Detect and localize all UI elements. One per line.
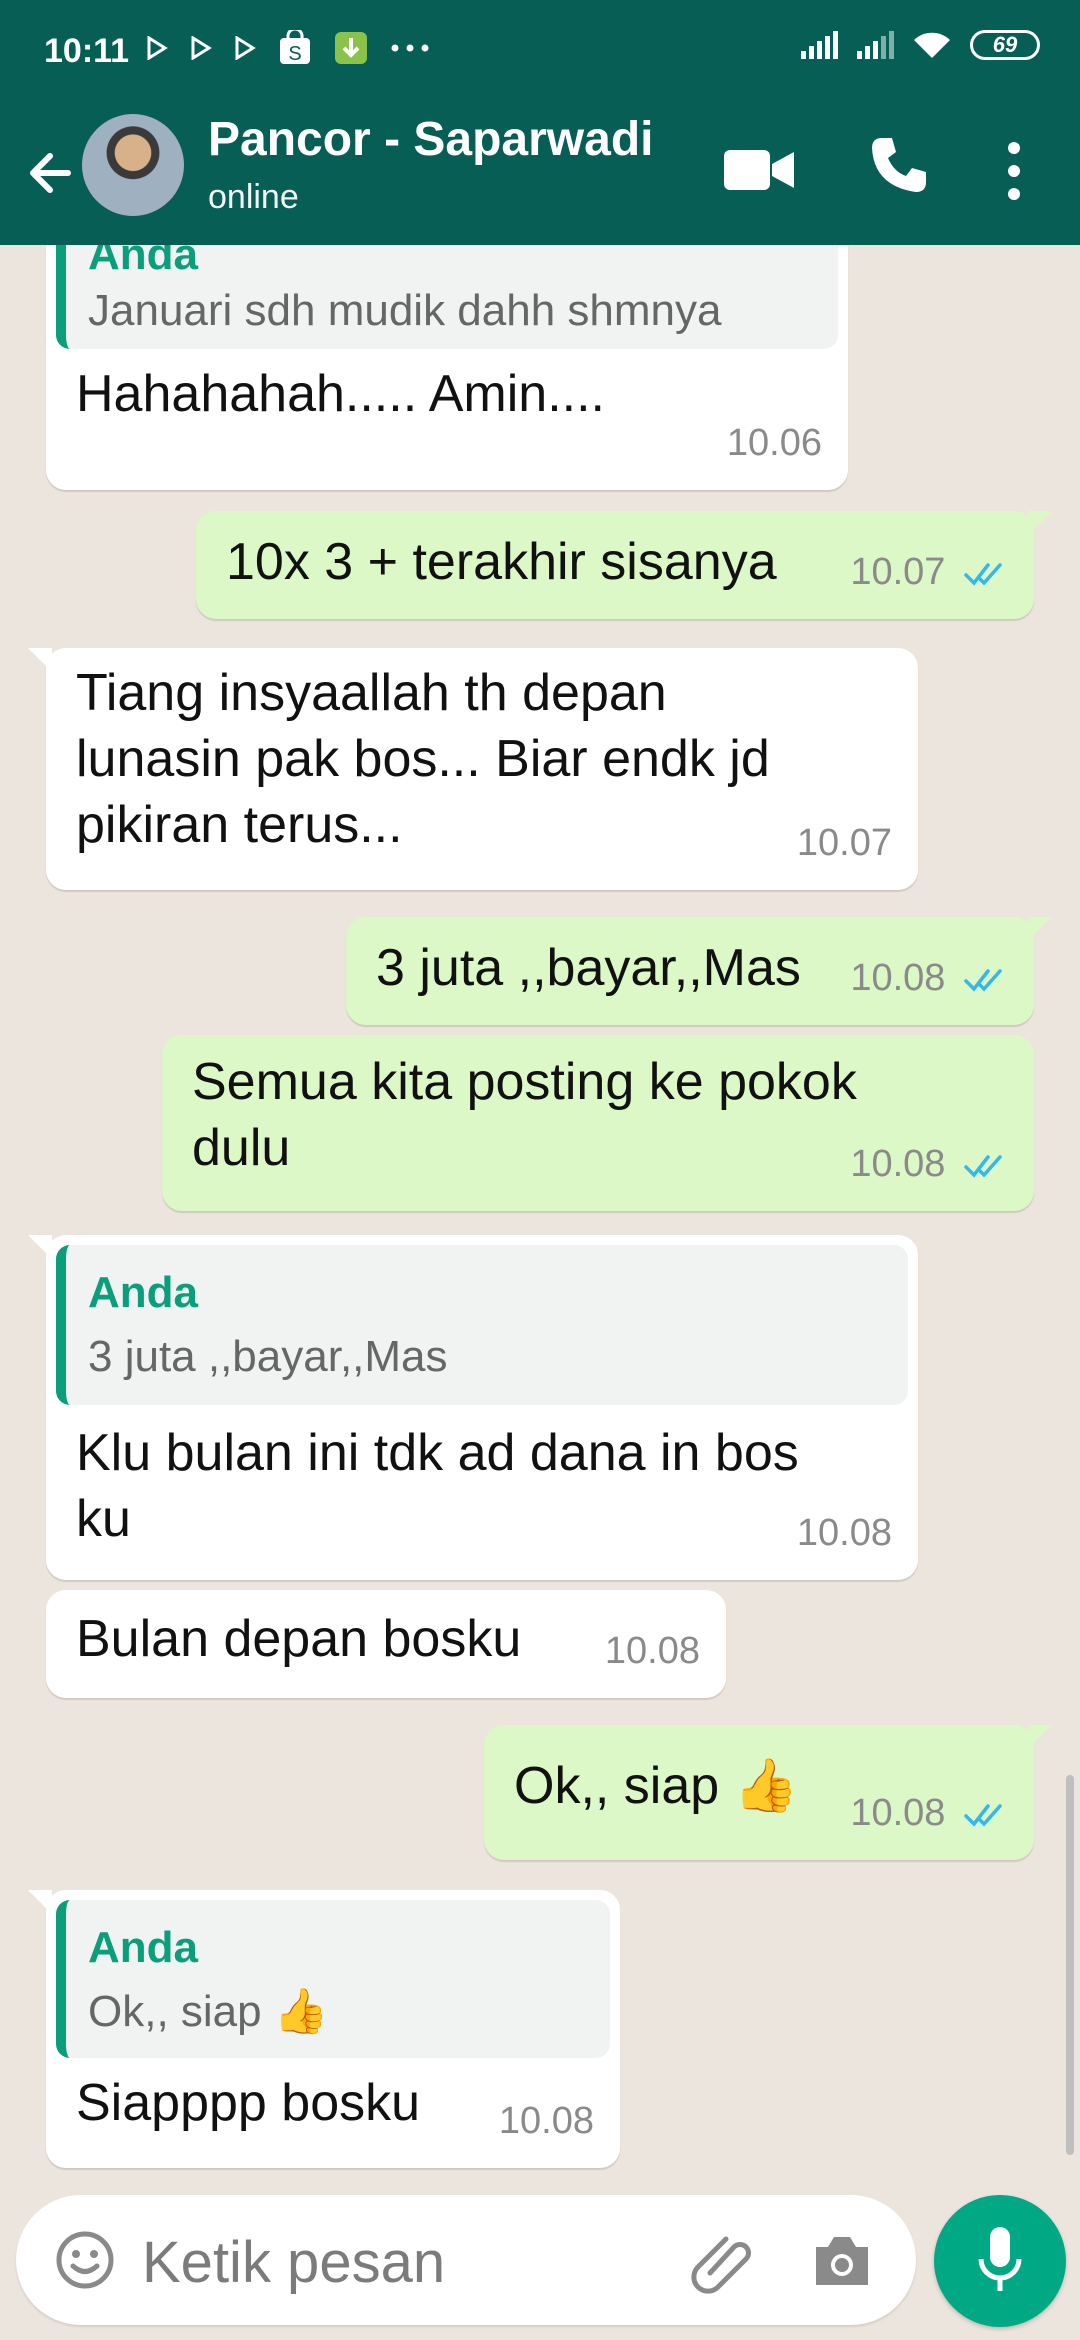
quote-author: Anda [88, 1923, 198, 1972]
quote-author: Anda [88, 245, 198, 279]
notification-icons: S [146, 30, 430, 66]
message-time: 10.07 [796, 822, 892, 864]
more-vert-icon[interactable] [1000, 136, 1028, 206]
read-ticks-icon [964, 1804, 1002, 1827]
shop-bag-icon: S [280, 30, 310, 65]
mic-button[interactable] [934, 2195, 1066, 2327]
video-call-icon[interactable] [722, 140, 796, 200]
contact-status: online [208, 178, 299, 216]
read-ticks-icon [964, 563, 1002, 586]
outgoing-message[interactable]: 3 juta ,,bayar,,Mas 10.08 [346, 917, 1052, 1025]
phone-icon[interactable] [868, 134, 930, 196]
outgoing-message[interactable]: Semua kita posting ke pokok dulu 10.08 [162, 1035, 1034, 1211]
message-time: 10.07 [850, 539, 1008, 605]
message-time: 10.08 [850, 1780, 1008, 1846]
play-notification-icon [235, 36, 256, 60]
message-time: 10.08 [604, 1630, 700, 1672]
quote-text: 3 juta ,,bayar,,Mas [88, 1332, 448, 1381]
system-icons: 69 [800, 30, 1040, 60]
message-text: Siapppp bosku [76, 2074, 421, 2132]
message-input-bar[interactable]: Ketik pesan [16, 2195, 916, 2325]
read-ticks-icon [964, 969, 1002, 992]
message-text: Hahahahah..... Amin.... [76, 365, 605, 423]
paperclip-icon[interactable] [688, 2225, 758, 2295]
quoted-message[interactable]: Anda Ok,, siap 👍 [56, 1900, 610, 2058]
read-ticks-icon [964, 1155, 1002, 1178]
outgoing-message[interactable]: Ok,, siap 👍 10.08 [484, 1725, 1052, 1860]
outgoing-message[interactable]: 10x 3 + terakhir sisanya 10.07 [196, 511, 1052, 619]
status-time: 10:11 [44, 32, 130, 70]
incoming-message[interactable]: Anda Januari sdh mudik dahh shmnya Hahah… [46, 245, 848, 490]
signal-icon [801, 31, 838, 59]
camera-icon[interactable] [810, 2229, 874, 2291]
quoted-message[interactable]: Anda 3 juta ,,bayar,,Mas [56, 1245, 908, 1405]
wifi-icon [914, 32, 950, 58]
message-input[interactable]: Ketik pesan [142, 2229, 445, 2296]
arrow-left-icon[interactable] [20, 138, 90, 208]
message-time: 10.08 [850, 1131, 1008, 1197]
message-text: Ok,, siap 👍 [514, 1757, 799, 1815]
battery-level: 69 [992, 32, 1018, 57]
play-notification-icon [191, 36, 212, 60]
more-dots-icon [391, 44, 429, 52]
status-bar: 10:11 S 69 [0, 0, 1080, 100]
message-list[interactable]: Anda Januari sdh mudik dahh shmnya Hahah… [0, 245, 1080, 2190]
message-time: 10.08 [498, 2100, 594, 2142]
quote-author: Anda [88, 1268, 198, 1317]
message-time: 10.08 [796, 1512, 892, 1554]
avatar[interactable] [82, 114, 184, 216]
quote-text: Januari sdh mudik dahh shmnya [88, 286, 722, 335]
message-text: 3 juta ,,bayar,,Mas [376, 939, 801, 997]
quote-text: Ok,, siap 👍 [88, 1987, 329, 2036]
emoji-icon[interactable] [54, 2229, 116, 2291]
message-text: Klu bulan ini tdk ad dana in bos ku [76, 1424, 799, 1548]
contact-name[interactable]: Pancor - Saparwadi [208, 112, 653, 167]
signal-icon [857, 31, 894, 59]
play-notification-icon [147, 36, 168, 60]
incoming-message[interactable]: Bulan depan bosku 10.08 [46, 1590, 726, 1698]
battery-icon: 69 [970, 30, 1040, 60]
download-notification-icon [335, 32, 367, 64]
message-text: Tiang insyaallah th depan lunasin pak bo… [76, 664, 770, 854]
message-text: Semua kita posting ke pokok dulu [192, 1053, 857, 1177]
message-time: 10.08 [850, 945, 1008, 1011]
mic-icon [978, 2227, 1022, 2291]
chat-header: Pancor - Saparwadi online [0, 100, 1080, 245]
incoming-message[interactable]: Anda 3 juta ,,bayar,,Mas Klu bulan ini t… [28, 1235, 918, 1580]
message-time: 10.06 [726, 422, 822, 464]
quoted-message[interactable]: Anda Januari sdh mudik dahh shmnya [56, 245, 838, 349]
incoming-message[interactable]: Anda Ok,, siap 👍 Siapppp bosku 10.08 [28, 1890, 620, 2168]
scrollbar[interactable] [1066, 1775, 1074, 2155]
svg-text:S: S [288, 43, 301, 65]
message-text: 10x 3 + terakhir sisanya [226, 533, 777, 591]
incoming-message[interactable]: Tiang insyaallah th depan lunasin pak bo… [28, 648, 918, 890]
message-text: Bulan depan bosku [76, 1610, 522, 1668]
